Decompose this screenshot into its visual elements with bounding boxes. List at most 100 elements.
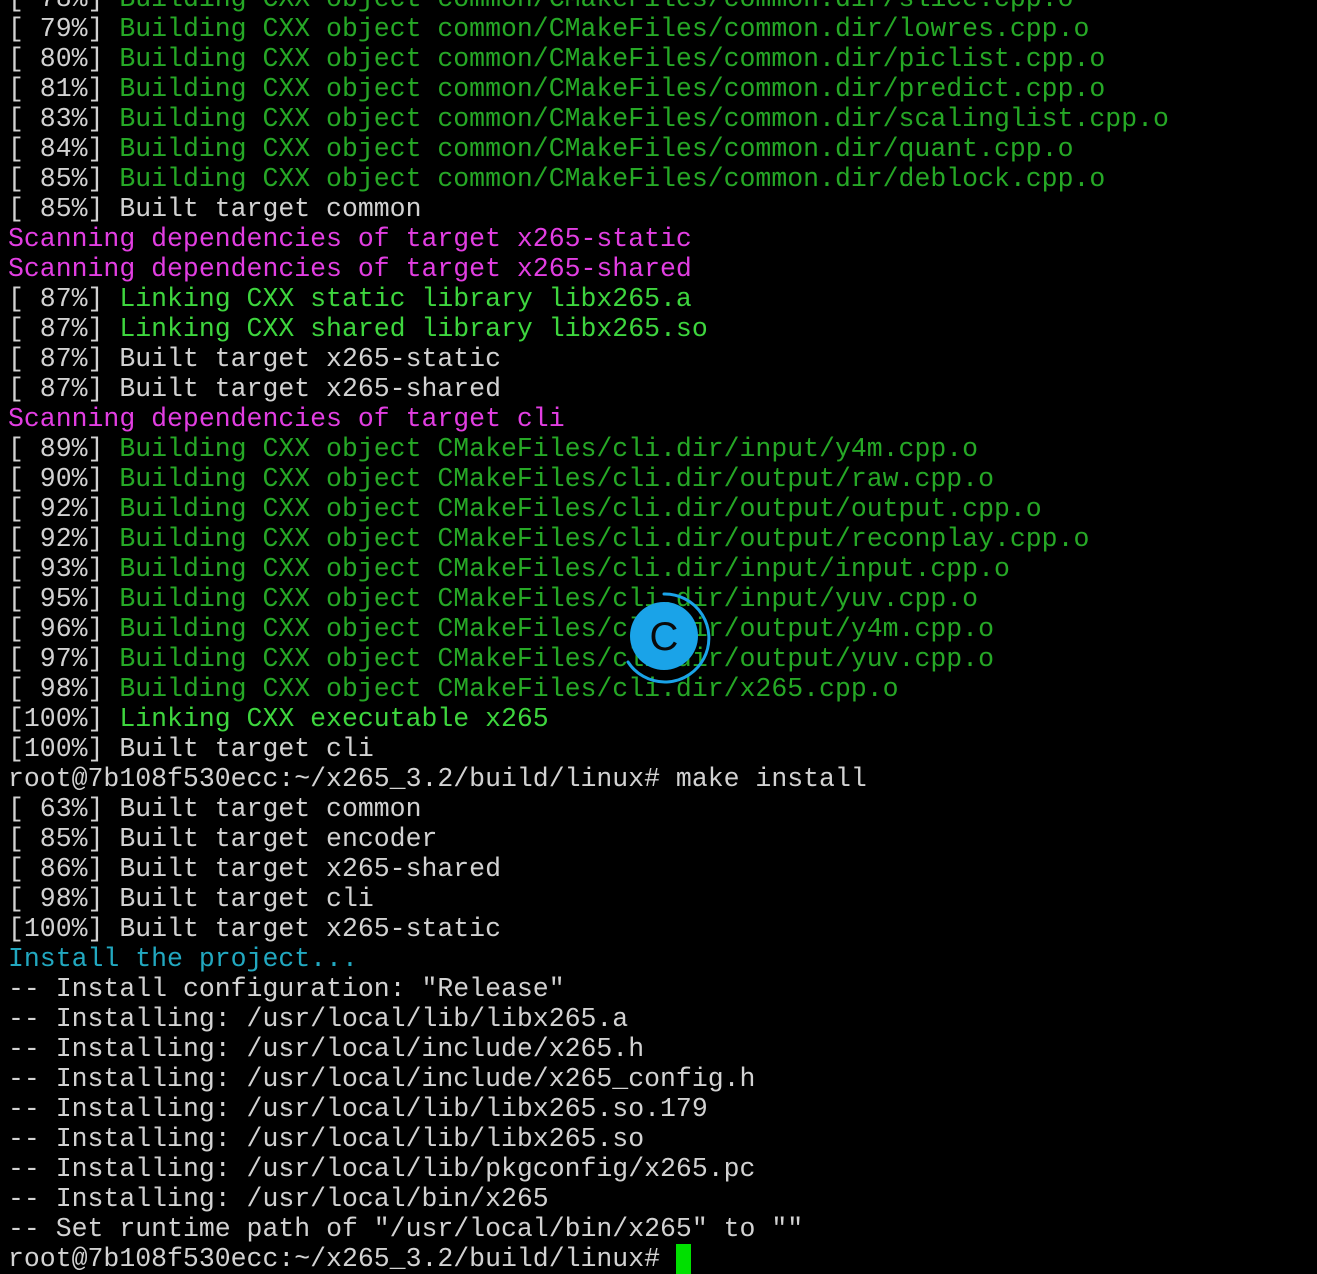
line-prefix: [ 79%]: [8, 14, 120, 44]
terminal-line: [ 98%] Built target cli: [8, 884, 1313, 914]
terminal-line: [ 78%] Building CXX object common/CMakeF…: [8, 0, 1313, 14]
line-text: Install the project...: [8, 944, 358, 974]
line-prefix: [100%]: [8, 914, 120, 944]
line-text: Building CXX object CMakeFiles/cli.dir/i…: [119, 554, 1010, 584]
line-prefix: --: [8, 974, 56, 1004]
line-text: Built target encoder: [119, 824, 438, 854]
terminal-line: [ 92%] Building CXX object CMakeFiles/cl…: [8, 524, 1313, 554]
line-text: Building CXX object common/CMakeFiles/co…: [119, 74, 1106, 104]
line-prefix: --: [8, 1124, 56, 1154]
line-prefix: --: [8, 1214, 56, 1244]
line-text: Building CXX object CMakeFiles/cli.dir/i…: [119, 584, 979, 614]
terminal-line: -- Installing: /usr/local/lib/pkgconfig/…: [8, 1154, 1313, 1184]
terminal-line: root@7b108f530ecc:~/x265_3.2/build/linux…: [8, 764, 1313, 794]
line-text: Installing: /usr/local/include/x265.h: [55, 1034, 645, 1064]
line-text: Built target x265-static: [119, 344, 501, 374]
line-prefix: --: [8, 1004, 56, 1034]
terminal-line: [ 85%] Built target common: [8, 194, 1313, 224]
terminal-line: -- Installing: /usr/local/lib/libx265.so: [8, 1124, 1313, 1154]
line-text: Building CXX object CMakeFiles/cli.dir/o…: [119, 644, 994, 674]
line-text: Installing: /usr/local/lib/libx265.so.17…: [55, 1094, 708, 1124]
terminal-line: [ 92%] Building CXX object CMakeFiles/cl…: [8, 494, 1313, 524]
terminal-line: -- Installing: /usr/local/bin/x265: [8, 1184, 1313, 1214]
terminal-line: [ 93%] Building CXX object CMakeFiles/cl…: [8, 554, 1313, 584]
line-prefix: --: [8, 1154, 56, 1184]
line-prefix: [ 78%]: [8, 0, 119, 14]
line-prefix: [ 90%]: [8, 464, 120, 494]
line-prefix: [ 95%]: [8, 584, 120, 614]
line-text: Installing: /usr/local/lib/libx265.a: [55, 1004, 629, 1034]
line-prefix: [ 63%]: [8, 794, 120, 824]
line-text: Building CXX object CMakeFiles/cli.dir/i…: [119, 434, 979, 464]
line-prefix: [ 87%]: [8, 284, 120, 314]
line-text: make install: [675, 764, 867, 794]
terminal-line: [100%] Built target cli: [8, 734, 1313, 764]
terminal-line: [ 87%] Linking CXX static library libx26…: [8, 284, 1313, 314]
line-prefix: [ 92%]: [8, 524, 120, 554]
terminal-line: [ 86%] Built target x265-shared: [8, 854, 1313, 884]
line-prefix: [ 96%]: [8, 614, 120, 644]
line-text: Installing: /usr/local/lib/pkgconfig/x26…: [55, 1154, 756, 1184]
text-cursor: [676, 1244, 692, 1274]
line-text: Building CXX object common/CMakeFiles/co…: [119, 44, 1106, 74]
line-prefix: [ 87%]: [8, 314, 120, 344]
line-prefix: [ 97%]: [8, 644, 120, 674]
line-text: Linking CXX shared library libx265.so: [119, 314, 708, 344]
line-text: Building CXX object common/CMakeFiles/co…: [119, 14, 1090, 44]
line-text: Building CXX object CMakeFiles/cli.dir/o…: [119, 614, 994, 644]
terminal-line: [ 90%] Building CXX object CMakeFiles/cl…: [8, 464, 1313, 494]
line-prefix: --: [8, 1094, 56, 1124]
line-text: Installing: /usr/local/lib/libx265.so: [55, 1124, 645, 1154]
terminal-line: [ 89%] Building CXX object CMakeFiles/cl…: [8, 434, 1313, 464]
terminal-line: [ 85%] Built target encoder: [8, 824, 1313, 854]
terminal-line: [ 84%] Building CXX object common/CMakeF…: [8, 134, 1313, 164]
terminal-line: [ 87%] Built target x265-static: [8, 344, 1313, 374]
line-text: Built target x265-shared: [119, 374, 501, 404]
terminal-line: Scanning dependencies of target x265-sha…: [8, 254, 1313, 284]
terminal-line: -- Installing: /usr/local/include/x265_c…: [8, 1064, 1313, 1094]
terminal-line: [ 81%] Building CXX object common/CMakeF…: [8, 74, 1313, 104]
terminal-line: -- Installing: /usr/local/lib/libx265.so…: [8, 1094, 1313, 1124]
line-text: Install configuration: "Release": [55, 974, 565, 1004]
terminal-line: [ 63%] Built target common: [8, 794, 1313, 824]
line-text: Installing: /usr/local/include/x265_conf…: [55, 1064, 756, 1094]
line-prefix: [ 83%]: [8, 104, 120, 134]
terminal-line: [100%] Built target x265-static: [8, 914, 1313, 944]
line-text: Scanning dependencies of target x265-sha…: [8, 254, 692, 284]
line-text: Set runtime path of "/usr/local/bin/x265…: [55, 1214, 804, 1244]
loading-spinner-icon: C: [616, 590, 712, 686]
line-text: Linking CXX executable x265: [119, 704, 549, 734]
line-text: Building CXX object CMakeFiles/cli.dir/o…: [119, 464, 994, 494]
line-prefix: [ 98%]: [8, 674, 120, 704]
line-text: Building CXX object CMakeFiles/cli.dir/x…: [119, 674, 899, 704]
line-text: Installing: /usr/local/bin/x265: [55, 1184, 549, 1214]
prompt-line[interactable]: root@7b108f530ecc:~/x265_3.2/build/linux…: [8, 1244, 1313, 1274]
line-prefix: --: [8, 1034, 56, 1064]
terminal-line: [ 79%] Building CXX object common/CMakeF…: [8, 14, 1313, 44]
terminal-line: Scanning dependencies of target x265-sta…: [8, 224, 1313, 254]
line-prefix: [100%]: [8, 704, 120, 734]
line-prefix: --: [8, 1064, 56, 1094]
line-text: Built target x265-shared: [119, 854, 501, 884]
line-text: Building CXX object CMakeFiles/cli.dir/o…: [119, 524, 1090, 554]
line-prefix: [ 89%]: [8, 434, 120, 464]
terminal-line: [ 87%] Linking CXX shared library libx26…: [8, 314, 1313, 344]
terminal-line: Scanning dependencies of target cli: [8, 404, 1313, 434]
terminal-line: [ 85%] Building CXX object common/CMakeF…: [8, 164, 1313, 194]
terminal-line: -- Set runtime path of "/usr/local/bin/x…: [8, 1214, 1313, 1244]
terminal-line: [ 80%] Building CXX object common/CMakeF…: [8, 44, 1313, 74]
terminal-line: -- Installing: /usr/local/lib/libx265.a: [8, 1004, 1313, 1034]
line-prefix: [ 84%]: [8, 134, 120, 164]
line-text: Built target common: [119, 794, 422, 824]
line-text: Building CXX object common/CMakeFiles/co…: [119, 104, 1169, 134]
line-text: Built target cli: [119, 884, 374, 914]
line-text: Building CXX object common/CMakeFiles/co…: [119, 134, 1074, 164]
terminal-line: Install the project...: [8, 944, 1313, 974]
terminal-line: [100%] Linking CXX executable x265: [8, 704, 1313, 734]
line-prefix: [ 98%]: [8, 884, 120, 914]
overlay-letter: C: [650, 615, 679, 659]
line-text: Built target x265-static: [119, 914, 501, 944]
line-text: Built target cli: [119, 734, 374, 764]
line-prefix: [ 85%]: [8, 194, 120, 224]
line-prefix: [ 93%]: [8, 554, 120, 584]
